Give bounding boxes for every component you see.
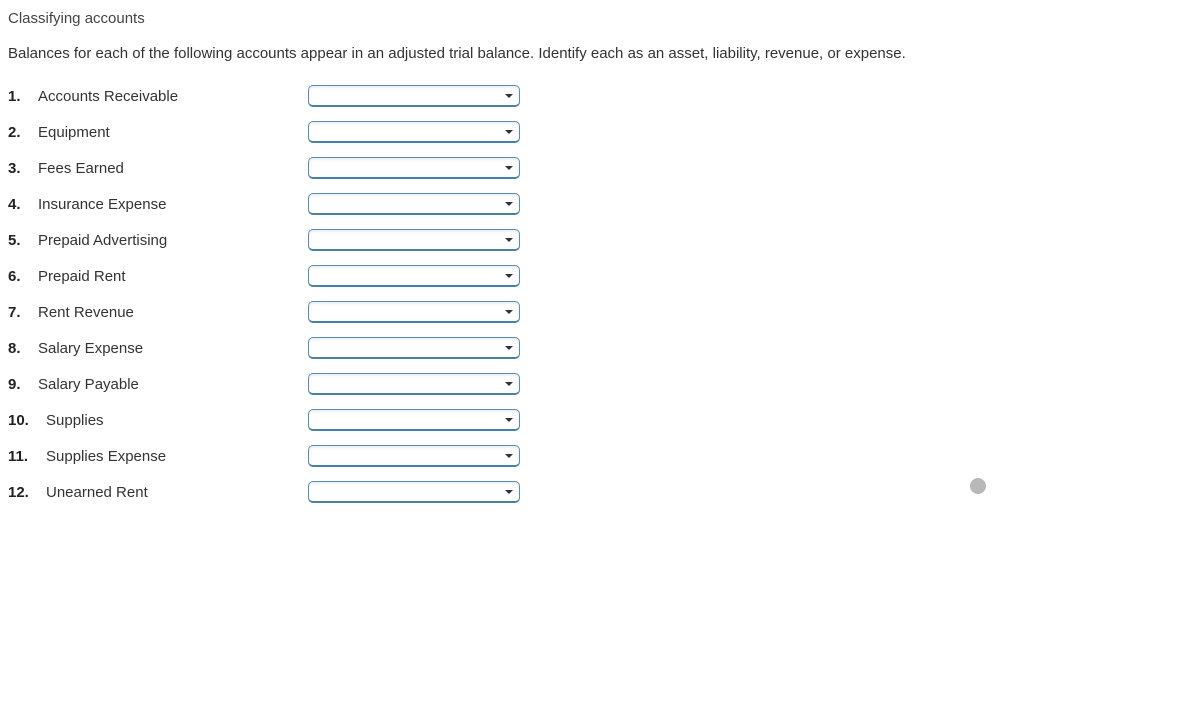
select-value[interactable] xyxy=(308,301,520,323)
classification-select[interactable] xyxy=(308,301,520,323)
account-label: Prepaid Advertising xyxy=(38,232,167,249)
row-number: 1. xyxy=(8,88,32,105)
account-label-col: 1. Accounts Receivable xyxy=(8,88,308,105)
account-label-col: 8. Salary Expense xyxy=(8,340,308,357)
row-number: 7. xyxy=(8,304,32,321)
account-label-col: 4. Insurance Expense xyxy=(8,196,308,213)
account-label-col: 3. Fees Earned xyxy=(8,160,308,177)
select-value[interactable] xyxy=(308,229,520,251)
classification-select[interactable] xyxy=(308,265,520,287)
classification-select[interactable] xyxy=(308,121,520,143)
classification-select[interactable] xyxy=(308,481,520,503)
classification-select[interactable] xyxy=(308,157,520,179)
page-wrap: Classifying accounts Balances for each o… xyxy=(8,10,1192,510)
select-value[interactable] xyxy=(308,85,520,107)
cursor-dot-icon xyxy=(970,478,986,494)
row-number: 3. xyxy=(8,160,32,177)
account-label: Fees Earned xyxy=(38,160,124,177)
instructions-text: Balances for each of the following accou… xyxy=(8,45,1192,62)
account-row: 5. Prepaid Advertising xyxy=(8,222,1192,258)
row-number: 12. xyxy=(8,484,40,501)
account-label: Equipment xyxy=(38,124,110,141)
select-value[interactable] xyxy=(308,157,520,179)
select-value[interactable] xyxy=(308,445,520,467)
account-row: 9. Salary Payable xyxy=(8,366,1192,402)
row-number: 6. xyxy=(8,268,32,285)
account-row: 2. Equipment xyxy=(8,114,1192,150)
account-label: Prepaid Rent xyxy=(38,268,126,285)
account-label-col: 11. Supplies Expense xyxy=(8,448,308,465)
account-label-col: 2. Equipment xyxy=(8,124,308,141)
account-row: 7. Rent Revenue xyxy=(8,294,1192,330)
account-row: 6. Prepaid Rent xyxy=(8,258,1192,294)
account-label-col: 6. Prepaid Rent xyxy=(8,268,308,285)
account-row: 8. Salary Expense xyxy=(8,330,1192,366)
select-value[interactable] xyxy=(308,409,520,431)
account-rows: 1. Accounts Receivable 2. Equipment xyxy=(8,78,1192,510)
account-row: 1. Accounts Receivable xyxy=(8,78,1192,114)
account-label: Salary Expense xyxy=(38,340,143,357)
account-row: 4. Insurance Expense xyxy=(8,186,1192,222)
select-value[interactable] xyxy=(308,121,520,143)
row-number: 4. xyxy=(8,196,32,213)
classification-select[interactable] xyxy=(308,373,520,395)
select-value[interactable] xyxy=(308,337,520,359)
select-value[interactable] xyxy=(308,265,520,287)
classification-select[interactable] xyxy=(308,85,520,107)
row-number: 10. xyxy=(8,412,40,429)
select-value[interactable] xyxy=(308,193,520,215)
row-number: 8. xyxy=(8,340,32,357)
account-label-col: 7. Rent Revenue xyxy=(8,304,308,321)
row-number: 9. xyxy=(8,376,32,393)
classification-select[interactable] xyxy=(308,445,520,467)
page-title: Classifying accounts xyxy=(8,10,1192,27)
select-value[interactable] xyxy=(308,373,520,395)
row-number: 2. xyxy=(8,124,32,141)
classification-select[interactable] xyxy=(308,229,520,251)
classification-select[interactable] xyxy=(308,337,520,359)
select-value[interactable] xyxy=(308,481,520,503)
classification-select[interactable] xyxy=(308,409,520,431)
row-number: 11. xyxy=(8,448,40,465)
account-label-col: 9. Salary Payable xyxy=(8,376,308,393)
account-label-col: 10. Supplies xyxy=(8,412,308,429)
account-row: 12. Unearned Rent xyxy=(8,474,1192,510)
classification-select[interactable] xyxy=(308,193,520,215)
account-label-col: 5. Prepaid Advertising xyxy=(8,232,308,249)
account-label: Supplies xyxy=(46,412,104,429)
account-label: Unearned Rent xyxy=(46,484,148,501)
account-row: 10. Supplies xyxy=(8,402,1192,438)
account-row: 11. Supplies Expense xyxy=(8,438,1192,474)
account-label: Insurance Expense xyxy=(38,196,166,213)
row-number: 5. xyxy=(8,232,32,249)
account-row: 3. Fees Earned xyxy=(8,150,1192,186)
account-label: Supplies Expense xyxy=(46,448,166,465)
account-label: Accounts Receivable xyxy=(38,88,178,105)
account-label-col: 12. Unearned Rent xyxy=(8,484,308,501)
account-label: Salary Payable xyxy=(38,376,139,393)
account-label: Rent Revenue xyxy=(38,304,134,321)
